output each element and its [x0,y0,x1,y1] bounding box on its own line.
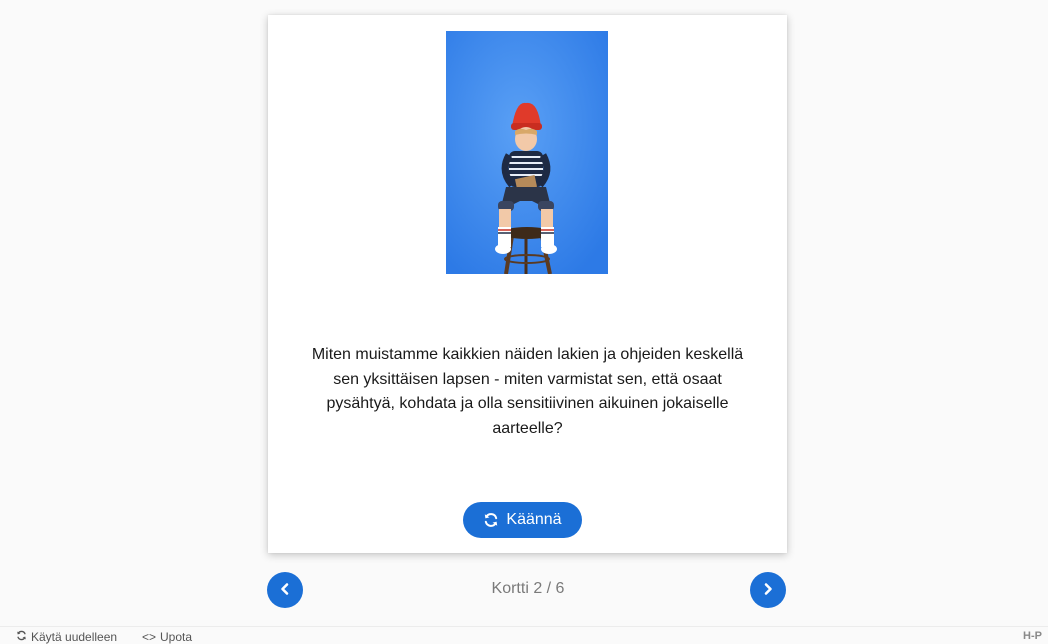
h5p-footer: Käytä uudelleen <> Upota H-P [0,626,1048,644]
flip-button-label: Käännä [506,511,562,528]
card-question-text: Miten muistamme kaikkien näiden lakien j… [311,346,744,437]
chevron-right-icon [761,582,775,599]
refresh-icon [483,512,499,528]
flashcard: Miten muistamme kaikkien näiden lakien j… [268,15,787,553]
reuse-icon [16,630,27,644]
card-image [446,31,608,274]
h5p-logo[interactable]: H-P [1023,630,1042,642]
next-card-button[interactable] [750,572,786,608]
embed-icon: <> [142,630,157,644]
embed-label: Upota [160,630,193,644]
flip-card-button[interactable]: Käännä [463,502,582,538]
reuse-link[interactable]: Käytä uudelleen [16,630,117,644]
reuse-label: Käytä uudelleen [31,630,118,644]
chevron-left-icon [278,582,292,599]
previous-card-button[interactable] [267,572,303,608]
card-progress: Kortti 2 / 6 [491,580,565,597]
embed-link[interactable]: <> Upota [142,630,192,644]
